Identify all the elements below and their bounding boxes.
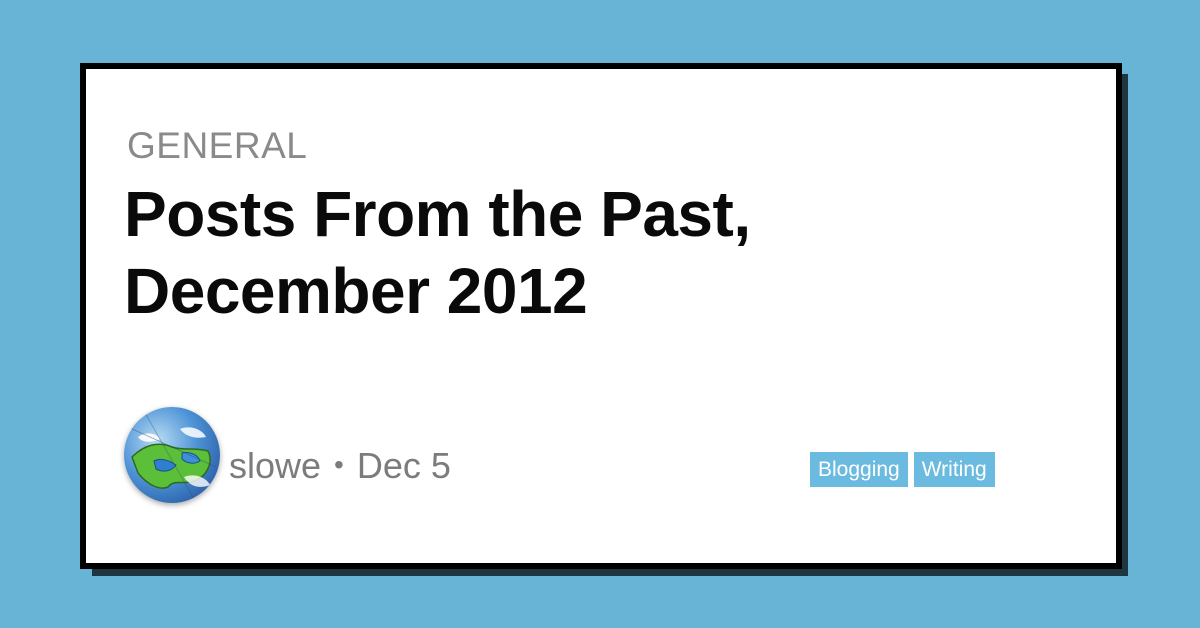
post-category: GENERAL: [127, 125, 308, 166]
tag-blogging[interactable]: Blogging: [810, 452, 908, 487]
author-avatar: [124, 407, 220, 503]
post-title: Posts From the Past, December 2012: [124, 178, 751, 327]
earth-globe-icon: [124, 407, 220, 503]
author-name[interactable]: slowe: [229, 445, 321, 486]
tag-writing[interactable]: Writing: [913, 452, 995, 487]
post-date: Dec 5: [356, 445, 451, 486]
post-byline: slowe • Dec 5: [229, 443, 451, 488]
tag-list: Blogging Writing: [810, 452, 995, 487]
byline-separator: •: [334, 449, 344, 480]
